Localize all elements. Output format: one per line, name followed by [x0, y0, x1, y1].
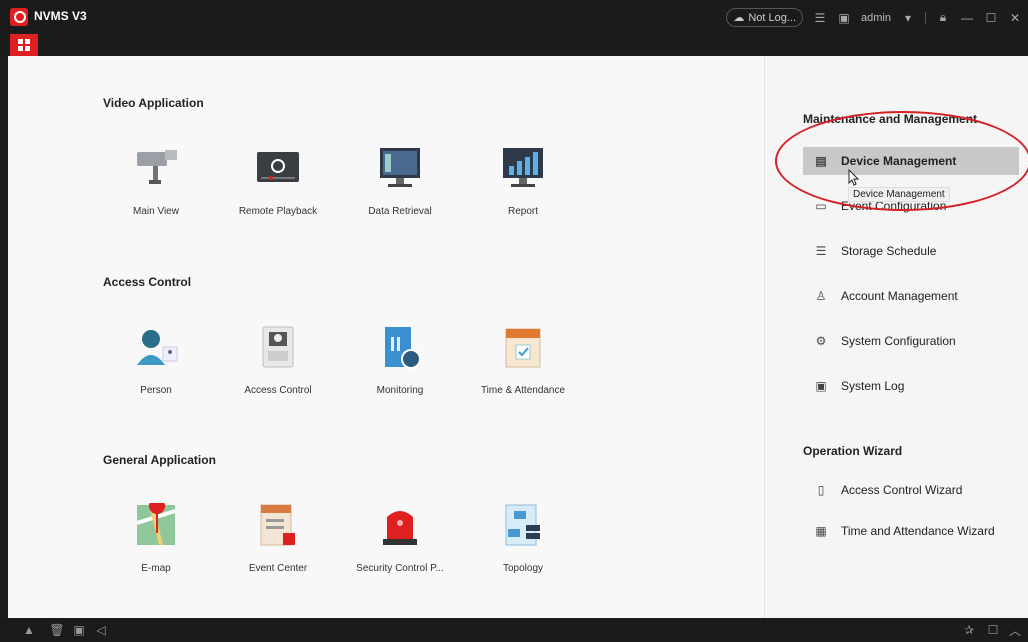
task-list-icon[interactable]: ☰	[813, 11, 827, 25]
app-title: NVMS V3	[34, 9, 87, 23]
wizard-door-icon: ▯	[817, 483, 825, 497]
topology-icon	[498, 503, 548, 549]
account-management-button[interactable]: ♙ Account Management	[803, 282, 1019, 310]
lock-icon[interactable]: 🔒︎	[936, 10, 950, 25]
tile-label: Monitoring	[376, 385, 424, 396]
door-monitor-icon	[375, 325, 425, 371]
tile-label: Security Control P...	[356, 563, 444, 574]
tile-remote-playback[interactable]: Remote Playback	[218, 146, 338, 236]
section-title-video: Video Application	[103, 96, 204, 110]
tile-label: Access Control	[244, 385, 312, 396]
cloud-status-label: Not Log...	[748, 11, 797, 24]
log-icon: ▣	[815, 379, 827, 393]
tile-label: E-map	[141, 563, 171, 574]
item-label: Storage Schedule	[841, 244, 937, 258]
tile-label: Data Retrieval	[368, 206, 432, 217]
tile-label: Event Center	[248, 563, 308, 574]
maximize-icon[interactable]: ☐	[984, 11, 998, 25]
access-control-wizard-button[interactable]: ▯ Access Control Wizard	[803, 476, 1019, 504]
title-bar: NVMS V3 ☁ Not Log... ☰ ▣ admin ▾ 🔒︎ — ☐ …	[0, 0, 1028, 34]
minimize-icon[interactable]: —	[960, 11, 974, 25]
fullscreen-icon[interactable]: ☐	[986, 623, 1000, 637]
item-label: System Log	[841, 379, 905, 393]
tile-label: Report	[507, 206, 538, 217]
map-icon	[131, 498, 181, 549]
user-menu[interactable]: admin	[861, 12, 891, 24]
tile-access-control[interactable]: Access Control	[218, 325, 338, 415]
app-window: NVMS V3 ☁ Not Log... ☰ ▣ admin ▾ 🔒︎ — ☐ …	[0, 0, 1028, 642]
item-label: System Configuration	[841, 334, 956, 348]
title-bar-controls: ☁ Not Log... ☰ ▣ admin ▾ 🔒︎ — ☐ ✕	[726, 8, 1022, 27]
item-label: Time and Attendance Wizard	[841, 524, 995, 538]
monitor-icon	[375, 146, 425, 192]
home-button[interactable]	[10, 34, 38, 56]
wizard-calendar-icon: ▦	[815, 524, 827, 538]
tile-person[interactable]: Person	[96, 325, 216, 415]
tile-label: Topology	[502, 563, 544, 574]
tile-report[interactable]: Report	[463, 146, 583, 236]
playback-icon	[253, 146, 303, 192]
tile-label: Remote Playback	[238, 206, 318, 217]
system-log-button[interactable]: ▣ System Log	[803, 372, 1019, 400]
image-icon[interactable]: ▣	[837, 11, 851, 25]
section-title-access: Access Control	[103, 275, 192, 289]
tile-label: Time & Attendance	[480, 385, 566, 396]
tile-data-retrieval[interactable]: Data Retrieval	[340, 146, 460, 236]
item-label: Account Management	[841, 289, 958, 303]
pin-icon[interactable]: ✰	[962, 623, 976, 637]
divider	[925, 11, 926, 24]
system-configuration-button[interactable]: ⚙ System Configuration	[803, 327, 1019, 355]
trash-icon[interactable]: 🗑︎	[49, 623, 64, 637]
gear-icon: ⚙	[815, 334, 827, 348]
storage-icon: ☰	[815, 244, 827, 258]
chevron-up-icon[interactable]: ︿	[1008, 623, 1022, 638]
calendar-icon	[498, 325, 548, 371]
cloud-login-button[interactable]: ☁ Not Log...	[726, 8, 804, 27]
annotation-circle	[775, 111, 1028, 211]
report-chart-icon	[498, 146, 548, 192]
person-icon	[131, 325, 181, 371]
tile-time-attendance[interactable]: Time & Attendance	[463, 325, 583, 415]
time-attendance-wizard-button[interactable]: ▦ Time and Attendance Wizard	[803, 517, 1019, 545]
section-title-general: General Application	[103, 453, 216, 467]
menu-bar	[0, 34, 1028, 56]
audio-icon[interactable]: ◁	[94, 623, 108, 637]
event-icon	[253, 503, 303, 549]
tile-emap[interactable]: E-map	[96, 498, 216, 593]
camera-icon	[131, 146, 181, 192]
user-icon: ♙	[815, 289, 827, 303]
close-icon[interactable]: ✕	[1008, 11, 1022, 25]
tile-monitoring[interactable]: Monitoring	[340, 325, 460, 415]
item-label: Access Control Wizard	[841, 483, 963, 497]
module-panel: Video Application Main View Remote Playb…	[8, 56, 764, 618]
tile-security-control[interactable]: Security Control P...	[340, 503, 460, 593]
wizard-title: Operation Wizard	[803, 444, 903, 458]
tile-topology[interactable]: Topology	[463, 503, 583, 593]
chevron-down-icon[interactable]: ▾	[901, 11, 915, 25]
alarm-icon[interactable]: ▲	[22, 623, 36, 637]
storage-schedule-button[interactable]: ☰ Storage Schedule	[803, 237, 1019, 265]
tile-event-center[interactable]: Event Center	[218, 503, 338, 593]
alarm-light-icon	[375, 503, 425, 549]
app-logo-icon	[10, 8, 28, 26]
grid-icon	[18, 39, 30, 51]
status-bar: ▲ 🗑︎ ▣ ◁ ✰ ☐ ︿	[0, 618, 1028, 642]
tile-label: Person	[140, 385, 172, 396]
cloud-icon: ☁	[733, 12, 745, 24]
tile-label: Main View	[133, 206, 179, 217]
keypad-icon	[253, 325, 303, 371]
screenshot-icon[interactable]: ▣	[72, 623, 86, 637]
tile-main-view[interactable]: Main View	[96, 146, 216, 236]
